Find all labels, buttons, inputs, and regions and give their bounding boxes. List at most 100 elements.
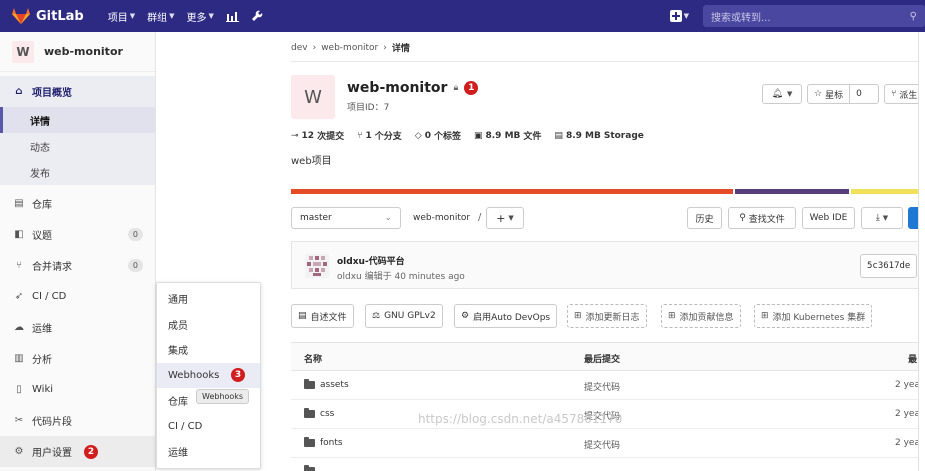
- stat-label: 个标签: [433, 132, 461, 142]
- rocket-icon: ➶: [14, 291, 24, 302]
- sidebar-item-wiki[interactable]: ▯ Wiki: [0, 374, 155, 405]
- stat-storage[interactable]: ▤ 8.9 MB Storage: [554, 129, 643, 142]
- plus-icon: +: [496, 211, 506, 225]
- sidebar-subitem-activity[interactable]: 动态: [0, 133, 155, 159]
- sidebar-item-ci-cd[interactable]: ➶ CI / CD: [0, 281, 155, 312]
- add-file-dropdown[interactable]: + ▼: [486, 207, 524, 229]
- sidebar-subitem-releases[interactable]: 发布: [0, 159, 155, 185]
- nav-menu-more[interactable]: 更多 ▼: [186, 9, 213, 24]
- flyout-item-integrations[interactable]: 集成: [157, 337, 260, 363]
- flyout-item-webhooks[interactable]: Webhooks 3: [157, 362, 260, 388]
- history-button[interactable]: 历史: [687, 207, 722, 229]
- folder-icon: [304, 465, 315, 471]
- settings-flyout-menu: 通用 成员 集成 Webhooks 3 仓库 CI / CD 运维: [156, 282, 261, 469]
- stat-commits[interactable]: ⊸ 12 次提交: [291, 129, 344, 143]
- chevron-down-icon: ▼: [787, 90, 793, 98]
- flyout-item-members[interactable]: 成员: [157, 312, 260, 338]
- download-button[interactable]: ⤓ ▼: [861, 207, 903, 229]
- nav-menu-label: 项目: [107, 12, 128, 24]
- find-file-label: 查找文件: [748, 214, 785, 225]
- sidebar-item-label: 议题: [32, 231, 52, 242]
- sidebar-item-analytics[interactable]: ▥ 分析: [0, 343, 155, 374]
- commit-meta: oldxu 编辑于 40 minutes ago: [337, 272, 465, 282]
- stat-files[interactable]: ▣ 8.9 MB 文件: [473, 129, 541, 143]
- sidebar-item-overview[interactable]: ⌂ 项目概览: [0, 76, 155, 107]
- sidebar-item-operations[interactable]: ☁ 运维: [0, 312, 155, 343]
- chevron-down-icon: ▼: [683, 12, 689, 20]
- commit-message[interactable]: 提交代码: [584, 438, 620, 451]
- path-separator: /: [478, 212, 482, 223]
- commit-icon: ⊸: [291, 130, 299, 141]
- sidebar-item-snippets[interactable]: ✂ 代码片段: [0, 405, 155, 436]
- project-title: web-monitor: [347, 80, 448, 96]
- flyout-item-ci-cd[interactable]: CI / CD: [157, 414, 260, 440]
- divider: [291, 61, 925, 62]
- table-row[interactable]: fonts 提交代码 2 yea: [291, 429, 925, 458]
- plus-square-icon: ⊞: [574, 311, 582, 321]
- nav-menu-groups[interactable]: 群组 ▼: [147, 9, 174, 24]
- file-name[interactable]: css: [320, 409, 334, 419]
- scrollbar[interactable]: [918, 32, 925, 471]
- brand[interactable]: GitLab: [12, 8, 84, 24]
- table-row[interactable]: assets 提交代码 2 yea: [291, 371, 925, 400]
- sidebar-item-merge-requests[interactable]: ⑂ 合并请求 0: [0, 250, 155, 281]
- breadcrumb: dev › web-monitor › 详情: [291, 41, 410, 55]
- star-button[interactable]: ☆ 星标 0: [807, 84, 879, 104]
- sidebar-item-settings[interactable]: ⚙ 用户设置 2: [0, 436, 155, 467]
- breadcrumb-current[interactable]: 详情: [392, 41, 410, 54]
- branch-selector[interactable]: master ⌄: [291, 207, 401, 229]
- file-name[interactable]: fonts: [320, 438, 343, 448]
- chevron-down-icon: ⌄: [384, 213, 392, 223]
- stat-branches[interactable]: ⑂ 1 个分支: [357, 129, 402, 143]
- web-ide-button[interactable]: Web IDE: [802, 207, 855, 229]
- commit-title[interactable]: oldxu-代码平台: [337, 254, 405, 267]
- add-contributing-label: 添加贡献信息: [679, 312, 734, 323]
- readme-button[interactable]: ▤ 自述文件: [291, 304, 354, 328]
- wrench-icon[interactable]: [251, 10, 263, 22]
- sidebar-subitem-details[interactable]: 详情: [0, 107, 155, 133]
- chevron-right-icon: ›: [383, 42, 387, 53]
- scale-icon: ⚖: [372, 311, 381, 321]
- table-row-partial[interactable]: [291, 458, 925, 471]
- stat-value: 8.9 MB: [565, 130, 601, 141]
- license-button[interactable]: ⚖ GNU GPLv2: [365, 304, 443, 328]
- column-header-name: 名称: [304, 355, 323, 365]
- commit-sha-button[interactable]: 5c3617de: [860, 254, 918, 278]
- stat-tags[interactable]: ◇ 0 个标签: [415, 129, 461, 143]
- flyout-item-general[interactable]: 通用: [157, 286, 260, 312]
- commit-message[interactable]: 提交代码: [584, 380, 620, 393]
- add-contributing-button[interactable]: ⊞ 添加贡献信息: [661, 304, 741, 328]
- gitlab-logo-icon: [12, 8, 30, 24]
- file-name[interactable]: assets: [320, 380, 349, 390]
- flyout-item-operations[interactable]: 运维: [157, 439, 260, 465]
- book-icon: ▯: [16, 384, 22, 395]
- language-segment: [291, 189, 733, 194]
- repo-path[interactable]: web-monitor: [413, 213, 470, 223]
- sidebar-item-repository[interactable]: ▤ 仓库: [0, 188, 155, 219]
- main-content: dev › web-monitor › 详情 W web-monitor 🔒︎ …: [262, 32, 925, 471]
- sidebar-item-label: 合并请求: [32, 262, 72, 273]
- star-count: 0: [856, 89, 862, 99]
- notification-button[interactable]: 🔔︎ ▼: [762, 84, 802, 104]
- auto-devops-button[interactable]: ⚙ 启用Auto DevOps: [454, 304, 558, 328]
- file-table-header: 名称 最后提交 最: [291, 342, 925, 371]
- file-icon: ▣: [473, 130, 483, 141]
- stat-label: 个分支: [374, 132, 402, 142]
- sidebar-item-issues[interactable]: ◧ 议题 0: [0, 219, 155, 250]
- lock-icon: 🔒︎: [453, 83, 459, 93]
- branch-name: master: [300, 213, 332, 223]
- breadcrumb-item[interactable]: web-monitor: [321, 43, 378, 53]
- search-input[interactable]: 搜索或转到... ⚲: [703, 5, 925, 27]
- file-icon: ▤: [298, 311, 307, 321]
- user-avatar[interactable]: [305, 254, 329, 278]
- breadcrumb-item[interactable]: dev: [291, 43, 308, 53]
- chart-icon[interactable]: [225, 11, 239, 22]
- add-changelog-button[interactable]: ⊞ 添加更新日志: [567, 304, 647, 328]
- sidebar-project-header[interactable]: W web-monitor: [0, 32, 155, 72]
- new-dropdown-button[interactable]: ▼: [669, 10, 689, 22]
- find-file-button[interactable]: ⚲ 查找文件: [728, 207, 796, 229]
- add-kubernetes-button[interactable]: ⊞ 添加 Kubernetes 集群: [754, 304, 873, 328]
- nav-menu-projects[interactable]: 项目 ▼: [108, 9, 135, 24]
- project-sidebar: W web-monitor ⌂ 项目概览 详情 动态 发布 ▤ 仓库 ◧ 议题 …: [0, 32, 156, 471]
- chevron-right-icon: ›: [312, 42, 317, 53]
